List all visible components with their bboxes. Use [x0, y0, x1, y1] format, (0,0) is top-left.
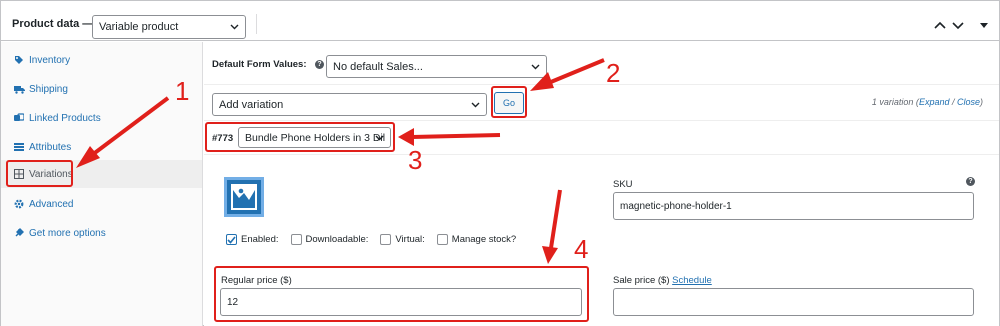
regular-price-label: Regular price ($)	[221, 275, 292, 286]
sidebar-item-shipping[interactable]: Shipping	[1, 75, 202, 103]
variation-options: Enabled: Downloadable: Virtual: Manage s…	[226, 234, 528, 245]
sidebar-item-label: Linked Products	[29, 112, 101, 124]
variation-count: 1 variation (Expand / Close)	[872, 97, 983, 107]
go-button[interactable]: Go	[494, 92, 524, 114]
product-type-select[interactable]: Variable product	[92, 15, 246, 39]
chevron-down-icon	[375, 135, 384, 140]
variation-attribute-value: Bundle Phone Holders in 3 Dil	[245, 131, 386, 144]
list-icon	[13, 142, 25, 152]
downloadable-checkbox[interactable]	[290, 234, 302, 245]
help-icon[interactable]: ?	[966, 177, 975, 186]
default-form-values-label: Default Form Values:	[212, 59, 307, 70]
annotation-number-4: 4	[574, 234, 589, 264]
variation-image-upload[interactable]	[224, 177, 264, 217]
sidebar-item-variations[interactable]: Variations	[1, 160, 202, 188]
regular-price-input[interactable]: 12	[220, 288, 582, 316]
help-icon[interactable]: ?	[315, 60, 324, 69]
manage-stock-option[interactable]: Manage stock?	[436, 234, 517, 245]
default-form-values-row: Default Form Values: ? No default Sales.…	[204, 42, 999, 85]
annotation-number-2: 2	[606, 58, 621, 88]
chevron-down-icon[interactable]	[951, 19, 965, 31]
grid-icon	[13, 169, 25, 179]
enabled-option[interactable]: Enabled:	[226, 234, 279, 245]
sidebar-item-inventory[interactable]: Inventory	[1, 46, 202, 74]
sidebar-item-label: Shipping	[29, 83, 68, 95]
chevron-up-icon[interactable]	[933, 19, 947, 31]
sidebar-item-linked-products[interactable]: Linked Products	[1, 104, 202, 132]
schedule-link[interactable]: Schedule	[672, 275, 712, 286]
close-link[interactable]: Close	[957, 97, 980, 107]
count-close-paren: )	[980, 97, 983, 107]
sidebar-item-advanced[interactable]: Advanced	[1, 190, 202, 218]
checkmark-icon	[227, 235, 236, 244]
product-data-panel: Product data — Variable product Inventor…	[0, 0, 1000, 326]
add-variation-row: Add variation Go 1 variation (Expand / C…	[204, 85, 999, 121]
sidebar-item-get-more-options[interactable]: Get more options	[1, 219, 202, 247]
variation-header-row[interactable]: #773 Bundle Phone Holders in 3 Dil	[204, 121, 999, 155]
sidebar-item-label: Inventory	[29, 54, 71, 66]
toggle-panel-icon[interactable]	[977, 19, 991, 31]
sidebar-item-label: Get more options	[29, 227, 106, 239]
virtual-option[interactable]: Virtual:	[380, 234, 425, 245]
image-placeholder-icon	[231, 184, 257, 210]
header-divider	[256, 14, 257, 34]
gear-icon	[13, 199, 25, 209]
panel-title: Product data —	[12, 18, 94, 30]
product-data-tabs: Inventory Shipping Linked Products Attri…	[1, 42, 203, 326]
annotation-number-1: 1	[175, 76, 190, 106]
sidebar-item-label: Advanced	[29, 198, 74, 210]
link-separator: /	[949, 97, 957, 107]
sku-input[interactable]: magnetic-phone-holder-1	[613, 192, 974, 220]
variation-count-text: 1 variation (	[871, 97, 919, 107]
chevron-down-icon	[471, 102, 480, 107]
link-icon	[13, 113, 25, 123]
regular-price-value: 12	[227, 296, 239, 308]
virtual-label: Virtual:	[395, 234, 425, 245]
add-variation-select[interactable]: Add variation	[212, 93, 487, 116]
chevron-down-icon	[531, 64, 540, 69]
sku-value: magnetic-phone-holder-1	[620, 200, 732, 212]
variation-attribute-select[interactable]: Bundle Phone Holders in 3 Dil	[238, 127, 391, 148]
add-variation-value: Add variation	[219, 98, 284, 111]
sale-price-label-text: Sale price ($)	[613, 275, 670, 286]
downloadable-label: Downloadable:	[305, 234, 369, 245]
sidebar-item-label: Variations	[29, 168, 73, 180]
product-type-value: Variable product	[99, 21, 179, 33]
sale-price-label: Sale price ($) Schedule	[613, 275, 712, 286]
manage-stock-label: Manage stock?	[451, 234, 517, 245]
default-sales-value: No default Sales...	[333, 60, 423, 73]
panel-header: Product data — Variable product	[1, 1, 999, 41]
sku-label: SKU	[613, 179, 633, 190]
truck-icon	[13, 85, 25, 94]
sidebar-item-attributes[interactable]: Attributes	[1, 133, 202, 161]
expand-link[interactable]: Expand	[919, 97, 950, 107]
downloadable-option[interactable]: Downloadable:	[290, 234, 369, 245]
variation-body: SKU ? magnetic-phone-holder-1 Enabled: D…	[204, 155, 999, 326]
enabled-label: Enabled:	[241, 234, 279, 245]
chevron-down-icon	[230, 24, 239, 30]
tag-icon	[13, 55, 25, 65]
virtual-checkbox[interactable]	[380, 234, 392, 245]
variation-id: #773	[212, 133, 234, 144]
default-sales-select[interactable]: No default Sales...	[326, 55, 547, 78]
sale-price-input[interactable]	[613, 288, 974, 316]
annotation-number-3: 3	[408, 145, 423, 175]
enabled-checkbox[interactable]	[226, 234, 237, 245]
plug-icon	[13, 228, 25, 238]
manage-stock-checkbox[interactable]	[436, 234, 448, 245]
sidebar-item-label: Attributes	[29, 141, 72, 153]
